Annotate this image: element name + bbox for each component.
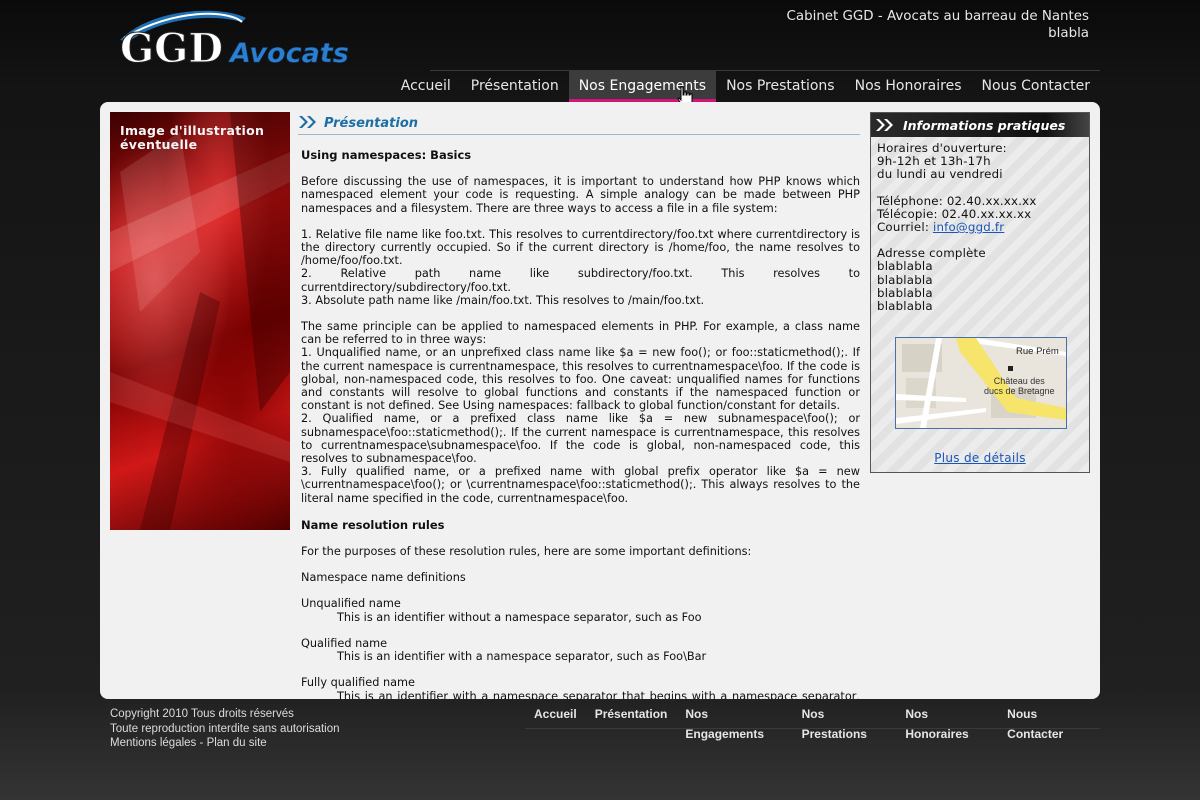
footer-nav-engagements[interactable]: Nos Engagements <box>676 704 792 741</box>
list-item: 3. Absolute path name like /main/foo.txt… <box>301 293 705 307</box>
footer-nav-prestations[interactable]: Nos Prestations <box>793 704 897 741</box>
sidebar-header: Informations pratiques <box>871 113 1089 137</box>
details-row: Plus de détails <box>871 451 1089 465</box>
definition-desc: This is an identifier with a namespace s… <box>337 689 860 700</box>
list-item: 1. Relative file name like foo.txt. This… <box>301 227 860 268</box>
definition-term: Unqualified name <box>301 597 401 611</box>
sidebar-title: Informations pratiques <box>903 118 1066 133</box>
tagline-line1: Cabinet GGD - Avocats au barreau de Nant… <box>786 9 1089 24</box>
map-street-label: Rue Prém <box>1016 346 1059 357</box>
list-item: 1. Unqualified name, or an unprefixed cl… <box>301 346 860 413</box>
double-chevron-icon <box>876 119 893 131</box>
list-item: 3. Fully qualified name, or a prefixed n… <box>301 465 860 505</box>
logo-main-text: GGD <box>120 25 223 70</box>
section-title: Présentation <box>324 116 419 131</box>
footer-nav-presentation[interactable]: Présentation <box>586 704 677 728</box>
sidebar-body: Horaires d'ouverture: 9h-12h et 13h-17h … <box>871 137 1089 318</box>
days-value: du lundi au vendredi <box>877 167 1003 182</box>
main-column: Présentation Using namespaces: Basics Be… <box>298 112 860 699</box>
address-line: blablabla <box>877 272 933 287</box>
map-place-line2: ducs de Bretagne <box>984 386 1055 396</box>
illustration-caption-line2: éventuelle <box>120 137 198 152</box>
article-paragraph: Before discussing the use of namespaces,… <box>301 175 860 215</box>
nav-item-honoraires[interactable]: Nos Honoraires <box>845 71 972 101</box>
definition-desc: This is an identifier with a namespace s… <box>337 650 707 664</box>
definition-term: Fully qualified name <box>301 676 415 690</box>
footer-sitemap-link[interactable]: Plan du site <box>207 737 267 749</box>
definition-desc: This is an identifier without a namespac… <box>337 610 702 624</box>
article-paragraph: For the purposes of these resolution rul… <box>301 545 752 559</box>
address-line: blablabla <box>877 299 933 314</box>
article-heading: Using namespaces: Basics <box>301 148 472 162</box>
logo-sub-text: Avocats <box>228 38 349 69</box>
footer-nav-accueil[interactable]: Accueil <box>525 704 586 728</box>
illustration-image: Image d'illustration éventuelle <box>110 112 290 530</box>
content-panel: Image d'illustration éventuelle Présenta… <box>100 102 1100 699</box>
illustration-caption: Image d'illustration éventuelle <box>120 124 264 152</box>
email-row: Courriel: info@ggd.fr <box>877 220 1083 235</box>
site-header: GGD Avocats Cabinet GGD - Avocats au bar… <box>0 0 1200 106</box>
article-paragraph: Namespace name definitions <box>301 571 466 585</box>
footer-nav-honoraires[interactable]: Nos Honoraires <box>896 704 998 741</box>
info-sidebar: Informations pratiques Horaires d'ouvert… <box>870 112 1090 473</box>
main-nav: Accueil Présentation Nos Engagements Nos… <box>401 70 1101 102</box>
footer-info: Copyright 2010 Tous droits réservés Tout… <box>110 707 340 751</box>
footer-nav-contact[interactable]: Nous Contacter <box>998 704 1100 741</box>
footer-links: Mentions légales - Plan du site <box>110 736 340 751</box>
footer-notice: Toute reproduction interdite sans autori… <box>110 722 340 735</box>
illustration-texture <box>110 112 290 530</box>
location-map[interactable]: Rue Prém Château des ducs de Bretagne <box>895 337 1067 429</box>
list-item: 2. Qualified name, or a prefixed class n… <box>301 412 860 466</box>
footer-nav: Accueil Présentation Nos Engagements Nos… <box>525 704 1100 741</box>
section-header: Présentation <box>298 112 860 135</box>
address-line: blablabla <box>877 259 933 274</box>
nav-item-contact[interactable]: Nous Contacter <box>972 71 1101 101</box>
footer-copyright: Copyright 2010 Tous droits réservés <box>110 708 294 720</box>
double-chevron-icon <box>299 116 316 128</box>
nav-item-prestations[interactable]: Nos Prestations <box>716 71 845 101</box>
article-heading: Name resolution rules <box>301 517 445 532</box>
article-paragraph: The same principle can be applied to nam… <box>301 320 860 347</box>
phone-value: Téléphone: 02.40.xx.xx.xx <box>877 193 1037 208</box>
definition-term: Qualified name <box>301 636 388 650</box>
email-link[interactable]: info@ggd.fr <box>933 220 1004 234</box>
map-place-label: Château des ducs de Bretagne <box>984 376 1055 396</box>
nav-item-accueil[interactable]: Accueil <box>391 71 461 101</box>
tagline-line2: blabla <box>1048 26 1089 41</box>
illustration-caption-line1: Image d'illustration <box>120 123 265 138</box>
site-logo[interactable]: GGD Avocats <box>114 10 364 73</box>
email-label: Courriel: <box>877 220 930 235</box>
list-item: 2. Relative path name like subdirectory/… <box>301 267 860 294</box>
header-tagline: Cabinet GGD - Avocats au barreau de Nant… <box>787 8 1089 42</box>
footer-separator: - <box>199 737 204 749</box>
footer-legal-link[interactable]: Mentions légales <box>110 737 196 749</box>
article-body: Using namespaces: Basics Before discussi… <box>298 148 860 700</box>
nav-item-presentation[interactable]: Présentation <box>461 71 569 101</box>
more-details-link[interactable]: Plus de détails <box>934 451 1026 465</box>
map-place-line1: Château des <box>993 376 1045 386</box>
